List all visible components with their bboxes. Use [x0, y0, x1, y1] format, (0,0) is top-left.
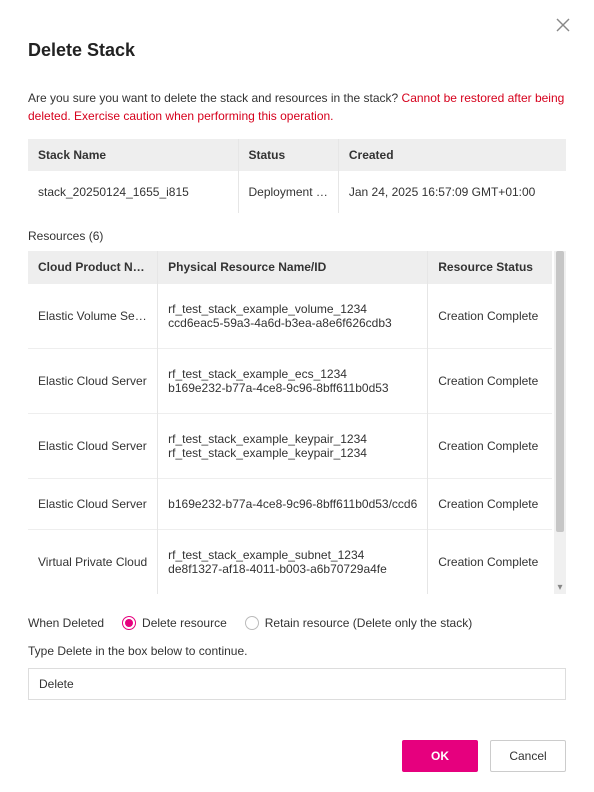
- delete-stack-dialog: Delete Stack Are you sure you want to de…: [0, 0, 594, 792]
- resource-type-cell: Elastic Cloud Server: [28, 349, 158, 414]
- stack-row: stack_20250124_1655_i815 Deployment … Ja…: [28, 171, 566, 213]
- resources-heading-text: Resources: [28, 229, 85, 243]
- col-product: Cloud Product N…: [28, 251, 158, 284]
- close-button[interactable]: [556, 18, 572, 34]
- stack-name-cell: stack_20250124_1655_i815: [28, 171, 238, 213]
- col-status: Status: [238, 139, 338, 171]
- col-physical: Physical Resource Name/ID: [158, 251, 428, 284]
- resource-physical-cell: rf_test_stack_example_subnet_1234de8f132…: [158, 530, 428, 595]
- resource-type-cell: Elastic Volume Se…: [28, 284, 158, 349]
- radio-icon: [245, 616, 259, 630]
- close-icon: [556, 18, 572, 32]
- stack-table: Stack Name Status Created stack_20250124…: [28, 139, 566, 213]
- scrollbar-thumb[interactable]: [556, 251, 564, 532]
- table-row: Elastic Cloud Serverrf_test_stack_exampl…: [28, 414, 552, 479]
- table-row: Elastic Cloud Serverb169e232-b77a-4ce8-9…: [28, 479, 552, 530]
- resource-status-cell: Creation Complete: [428, 349, 552, 414]
- radio-icon: [122, 616, 136, 630]
- radio-delete-label: Delete resource: [142, 616, 227, 630]
- resource-physical-cell: rf_test_stack_example_keypair_1234rf_tes…: [158, 414, 428, 479]
- radio-delete-resource[interactable]: Delete resource: [122, 616, 227, 630]
- when-deleted-label: When Deleted: [28, 616, 104, 630]
- ok-button[interactable]: OK: [402, 740, 478, 772]
- confirm-text: Are you sure you want to delete the stac…: [28, 89, 566, 125]
- confirm-instruction: Type Delete in the box below to continue…: [28, 644, 566, 658]
- resource-physical-cell: rf_test_stack_example_volume_1234ccd6eac…: [158, 284, 428, 349]
- resources-count: 6: [93, 229, 100, 243]
- resources-scrollbar[interactable]: ▾: [554, 251, 566, 594]
- radio-retain-resource[interactable]: Retain resource (Delete only the stack): [245, 616, 472, 630]
- resource-status-cell: Creation Complete: [428, 284, 552, 349]
- resource-physical-cell: b169e232-b77a-4ce8-9c96-8bff611b0d53/ccd…: [158, 479, 428, 530]
- dialog-title: Delete Stack: [28, 40, 566, 61]
- stack-status-cell: Deployment …: [238, 171, 338, 213]
- col-stack-name: Stack Name: [28, 139, 238, 171]
- resources-heading: Resources (6): [28, 229, 566, 243]
- radio-retain-label: Retain resource (Delete only the stack): [265, 616, 472, 630]
- resource-status-cell: Creation Complete: [428, 479, 552, 530]
- resource-status-cell: Creation Complete: [428, 530, 552, 595]
- resource-physical-cell: rf_test_stack_example_ecs_1234b169e232-b…: [158, 349, 428, 414]
- cancel-button[interactable]: Cancel: [490, 740, 566, 772]
- table-row: Elastic Cloud Serverrf_test_stack_exampl…: [28, 349, 552, 414]
- dialog-footer: OK Cancel: [28, 740, 566, 772]
- stack-created-cell: Jan 24, 2025 16:57:09 GMT+01:00: [338, 171, 566, 213]
- resource-status-cell: Creation Complete: [428, 414, 552, 479]
- col-created: Created: [338, 139, 566, 171]
- resources-area: Cloud Product N… Physical Resource Name/…: [28, 251, 566, 594]
- confirm-input[interactable]: [28, 668, 566, 700]
- table-row: Elastic Volume Se…rf_test_stack_example_…: [28, 284, 552, 349]
- resource-type-cell: Elastic Cloud Server: [28, 479, 158, 530]
- resource-type-cell: Virtual Private Cloud: [28, 530, 158, 595]
- table-row: Virtual Private Cloudrf_test_stack_examp…: [28, 530, 552, 595]
- confirm-question: Are you sure you want to delete the stac…: [28, 91, 402, 105]
- scroll-down-icon[interactable]: ▾: [554, 582, 566, 594]
- resources-table: Cloud Product N… Physical Resource Name/…: [28, 251, 552, 594]
- resource-type-cell: Elastic Cloud Server: [28, 414, 158, 479]
- when-deleted-row: When Deleted Delete resource Retain reso…: [28, 616, 566, 630]
- col-resource-status: Resource Status: [428, 251, 552, 284]
